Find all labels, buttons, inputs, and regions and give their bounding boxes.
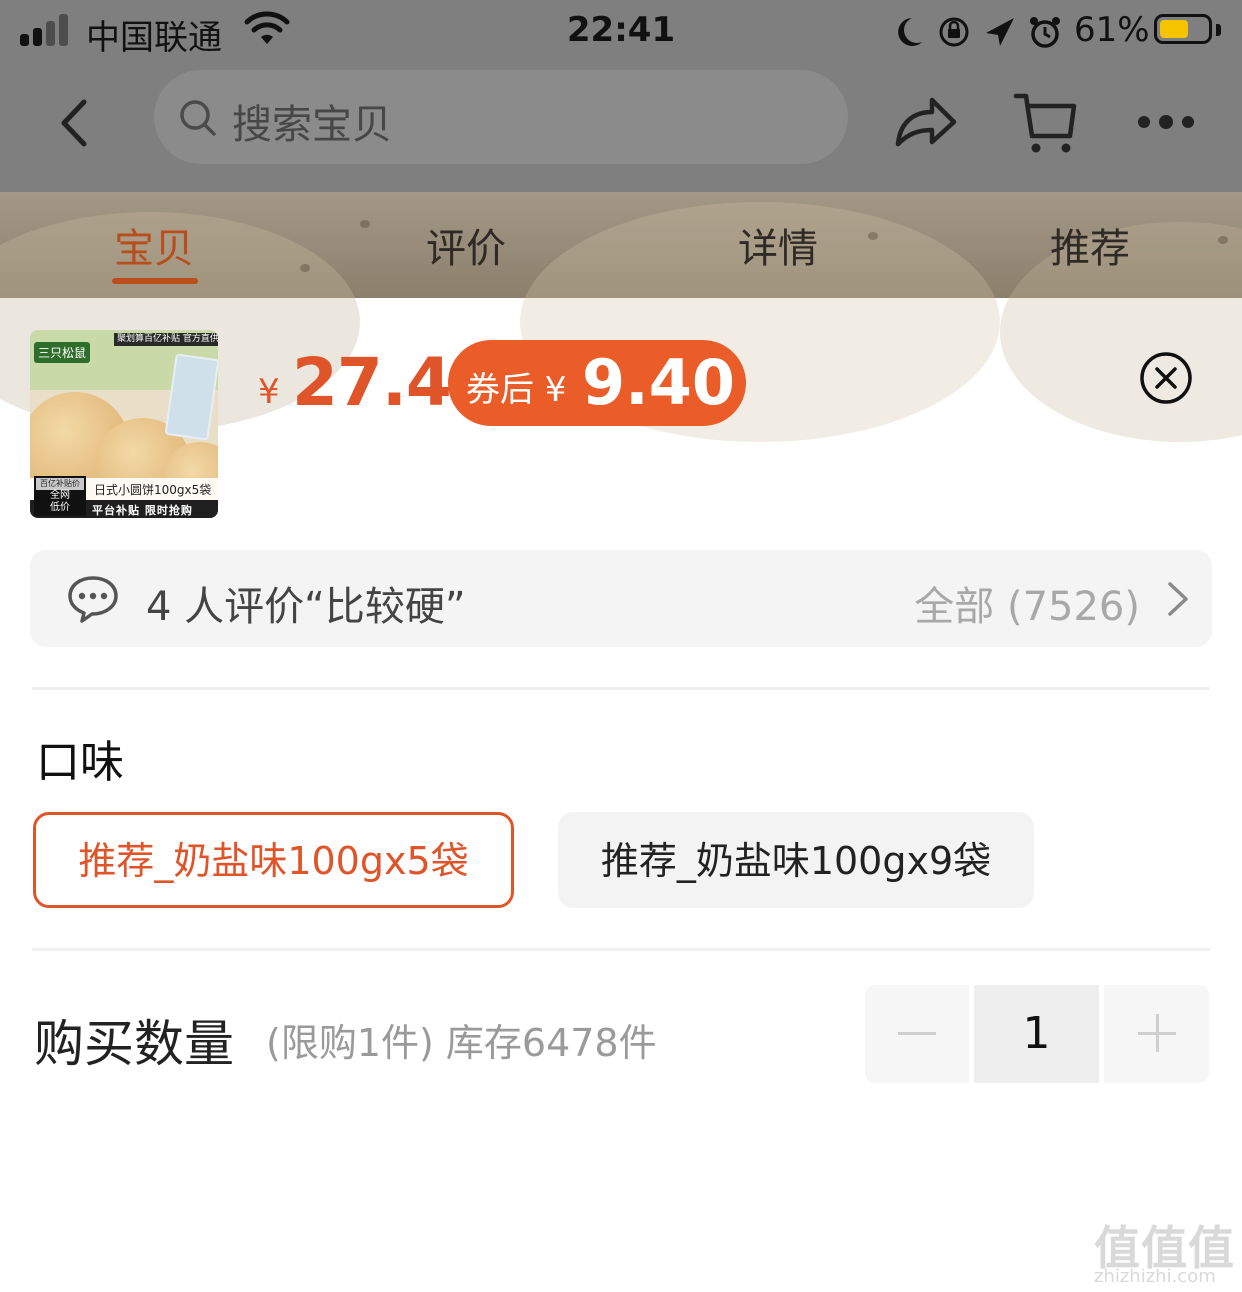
product-thumbnail[interactable]: 三只松鼠 聚划算百亿补贴 官方直供 日式小圆饼100gx5袋 平台补贴 限时抢购…	[30, 330, 218, 518]
quantity-limit-stock-note: (限购1件) 库存6478件	[266, 1021, 657, 1065]
search-input[interactable]: 搜索宝贝	[154, 70, 848, 164]
alarm-icon	[1030, 17, 1060, 48]
quantity-decrease-button[interactable]	[865, 985, 969, 1083]
minus-icon	[898, 1032, 936, 1035]
share-icon[interactable]	[892, 92, 958, 156]
review-summary-bar[interactable]: 4 人评价“比较硬” 全部 (7526)	[30, 550, 1212, 647]
back-icon[interactable]	[56, 98, 92, 152]
quantity-increase-button[interactable]	[1104, 985, 1209, 1083]
price: 27.4	[292, 344, 452, 421]
thumb-brand: 三只松鼠	[34, 342, 91, 363]
thumb-lowest-price-badge: 百亿补贴价 全网 低价	[34, 476, 86, 516]
flavor-option-5-bags[interactable]: 推荐_奶盐味100gx5袋	[33, 812, 514, 908]
thumb-footer: 平台补贴 限时抢购	[92, 504, 193, 517]
flavor-section-title: 口味	[36, 737, 124, 788]
coupon-price: 9.40	[582, 346, 735, 419]
tab-reviews[interactable]: 评价	[426, 216, 506, 274]
review-keyword-text: 4 人评价“比较硬”	[146, 584, 466, 630]
coupon-label: 券后 ¥	[466, 370, 567, 410]
coupon-price-badge: 券后 ¥ 9.40	[448, 340, 746, 426]
active-tab-indicator	[112, 278, 198, 284]
tab-details[interactable]: 详情	[738, 216, 818, 274]
rotation-lock-icon	[939, 17, 969, 47]
cart-icon[interactable]	[1012, 90, 1078, 160]
thumb-caption: 日式小圆饼100gx5袋	[94, 483, 212, 497]
close-icon[interactable]	[1138, 350, 1194, 410]
divider	[32, 687, 1210, 690]
search-placeholder: 搜索宝贝	[232, 102, 392, 148]
tab-recommend[interactable]: 推荐	[1050, 216, 1130, 274]
chat-bubble-icon	[66, 574, 120, 628]
price-currency: ¥	[258, 372, 280, 412]
search-icon	[178, 98, 218, 142]
battery-icon	[1154, 14, 1212, 44]
do-not-disturb-moon-icon	[898, 18, 922, 46]
divider	[32, 948, 1210, 951]
quantity-value[interactable]: 1	[974, 985, 1099, 1083]
flavor-option-9-bags[interactable]: 推荐_奶盐味100gx9袋	[558, 812, 1034, 908]
battery-percent: 61%	[1074, 10, 1150, 50]
all-reviews-count: 全部 (7526)	[914, 584, 1140, 630]
chevron-right-icon	[1166, 580, 1190, 622]
tab-baobei[interactable]: 宝贝	[114, 216, 194, 274]
quantity-title: 购买数量	[34, 1015, 234, 1073]
thumb-top-text: 聚划算百亿补贴 官方直供	[114, 333, 218, 346]
watermark-url: zhizhizhi.com	[1094, 1266, 1216, 1287]
status-bar: 中国联通 22:41 61%	[0, 0, 1242, 64]
more-options-icon[interactable]	[1136, 110, 1196, 138]
location-arrow-icon	[986, 18, 1014, 46]
